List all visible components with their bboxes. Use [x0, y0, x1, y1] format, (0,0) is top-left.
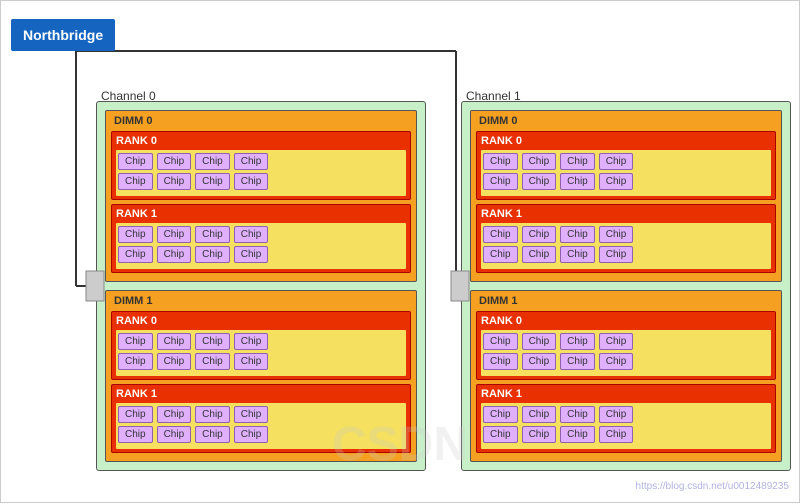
chip: Chip: [483, 153, 518, 170]
chip: Chip: [118, 173, 153, 190]
chip: Chip: [118, 153, 153, 170]
chip: Chip: [157, 426, 192, 443]
watermark: https://blog.csdn.net/u0012489235: [636, 481, 789, 492]
chip: Chip: [195, 173, 230, 190]
channel-1-container: DIMM 0 RANK 0 Chip Chip Chip Chip Chip C…: [461, 101, 791, 471]
rank-0-1-1-label: RANK 1: [116, 388, 406, 400]
chip: Chip: [483, 406, 518, 423]
northbridge-label: Northbridge: [23, 27, 103, 43]
chip: Chip: [483, 173, 518, 190]
chip: Chip: [599, 153, 634, 170]
chip: Chip: [599, 406, 634, 423]
chip: Chip: [560, 333, 595, 350]
rank-0-0-1-label: RANK 1: [116, 208, 406, 220]
chip: Chip: [195, 353, 230, 370]
chip: Chip: [157, 153, 192, 170]
chip: Chip: [599, 173, 634, 190]
chip: Chip: [234, 426, 269, 443]
channel-0-dimm-1: DIMM 1 RANK 0 Chip Chip Chip Chip Chip C…: [105, 290, 417, 462]
rank-1-1-1-label: RANK 1: [481, 388, 771, 400]
chip: Chip: [195, 226, 230, 243]
chip: Chip: [234, 333, 269, 350]
rank-1-0-0-label: RANK 0: [481, 135, 771, 147]
channel-1-dimm-0-rank-0: RANK 0 Chip Chip Chip Chip Chip Chip Chi…: [476, 131, 776, 200]
chip: Chip: [522, 333, 557, 350]
chip: Chip: [118, 226, 153, 243]
chip: Chip: [195, 153, 230, 170]
rank-1-1-0-label: RANK 0: [481, 315, 771, 327]
channel-0-dimm-1-rank-1: RANK 1 Chip Chip Chip Chip Chip Chip Chi…: [111, 384, 411, 453]
chip: Chip: [560, 406, 595, 423]
chip: Chip: [234, 406, 269, 423]
chip: Chip: [118, 426, 153, 443]
chip: Chip: [522, 153, 557, 170]
chip: Chip: [599, 226, 634, 243]
chip: Chip: [234, 226, 269, 243]
channel-0-dimm-0-rank-0: RANK 0 Chip Chip Chip Chip Chip Chip Chi…: [111, 131, 411, 200]
channel-1-dimm-1-label: DIMM 1: [477, 295, 775, 307]
chip: Chip: [522, 353, 557, 370]
northbridge-box: Northbridge: [11, 19, 115, 51]
chip: Chip: [483, 333, 518, 350]
chip: Chip: [599, 426, 634, 443]
channel-0-dimm-1-rank-0: RANK 0 Chip Chip Chip Chip Chip Chip Chi…: [111, 311, 411, 380]
chip: Chip: [234, 353, 269, 370]
channel-0-dimm-1-label: DIMM 1: [112, 295, 410, 307]
chip: Chip: [560, 173, 595, 190]
chip: Chip: [560, 353, 595, 370]
chip: Chip: [522, 246, 557, 263]
chip: Chip: [560, 426, 595, 443]
chip: Chip: [483, 226, 518, 243]
chip: Chip: [234, 153, 269, 170]
chip: Chip: [522, 173, 557, 190]
chip: Chip: [483, 426, 518, 443]
channel-0-dimm-0: DIMM 0 RANK 0 Chip Chip Chip Chip Chip C…: [105, 110, 417, 282]
rank-0-1-0-label: RANK 0: [116, 315, 406, 327]
chip: Chip: [483, 246, 518, 263]
chip: Chip: [157, 246, 192, 263]
chip: Chip: [157, 173, 192, 190]
channel-1-dimm-1-rank-0: RANK 0 Chip Chip Chip Chip Chip Chip Chi…: [476, 311, 776, 380]
chip: Chip: [195, 246, 230, 263]
channel-0-container: DIMM 0 RANK 0 Chip Chip Chip Chip Chip C…: [96, 101, 426, 471]
chip: Chip: [118, 246, 153, 263]
channel-1-dimm-1: DIMM 1 RANK 0 Chip Chip Chip Chip Chip C…: [470, 290, 782, 462]
chip: Chip: [157, 226, 192, 243]
channel-1-dimm-0-rank-1: RANK 1 Chip Chip Chip Chip Chip Chip Chi…: [476, 204, 776, 273]
chip: Chip: [195, 333, 230, 350]
main-container: Northbridge Channel 0 DIMM 0 RANK 0 Chip…: [0, 0, 800, 503]
channel-0-dimm-0-label: DIMM 0: [112, 115, 410, 127]
channel-0-dimm-0-rank-1: RANK 1 Chip Chip Chip Chip Chip Chip Chi…: [111, 204, 411, 273]
chip: Chip: [234, 246, 269, 263]
chip: Chip: [560, 226, 595, 243]
chip: Chip: [599, 246, 634, 263]
rank-1-0-1-label: RANK 1: [481, 208, 771, 220]
chip: Chip: [599, 333, 634, 350]
chip: Chip: [483, 353, 518, 370]
rank-0-0-0-label: RANK 0: [116, 135, 406, 147]
chip: Chip: [195, 406, 230, 423]
chip: Chip: [234, 173, 269, 190]
chip: Chip: [118, 353, 153, 370]
chip: Chip: [599, 353, 634, 370]
channel-1-dimm-0: DIMM 0 RANK 0 Chip Chip Chip Chip Chip C…: [470, 110, 782, 282]
chip: Chip: [157, 333, 192, 350]
chip: Chip: [195, 426, 230, 443]
chip: Chip: [118, 333, 153, 350]
chip: Chip: [522, 226, 557, 243]
chip: Chip: [560, 246, 595, 263]
chip: Chip: [118, 406, 153, 423]
chip: Chip: [157, 406, 192, 423]
chip: Chip: [560, 153, 595, 170]
chip: Chip: [157, 353, 192, 370]
channel-1-dimm-0-label: DIMM 0: [477, 115, 775, 127]
chip: Chip: [522, 426, 557, 443]
chip: Chip: [522, 406, 557, 423]
channel-1-dimm-1-rank-1: RANK 1 Chip Chip Chip Chip Chip Chip Chi…: [476, 384, 776, 453]
